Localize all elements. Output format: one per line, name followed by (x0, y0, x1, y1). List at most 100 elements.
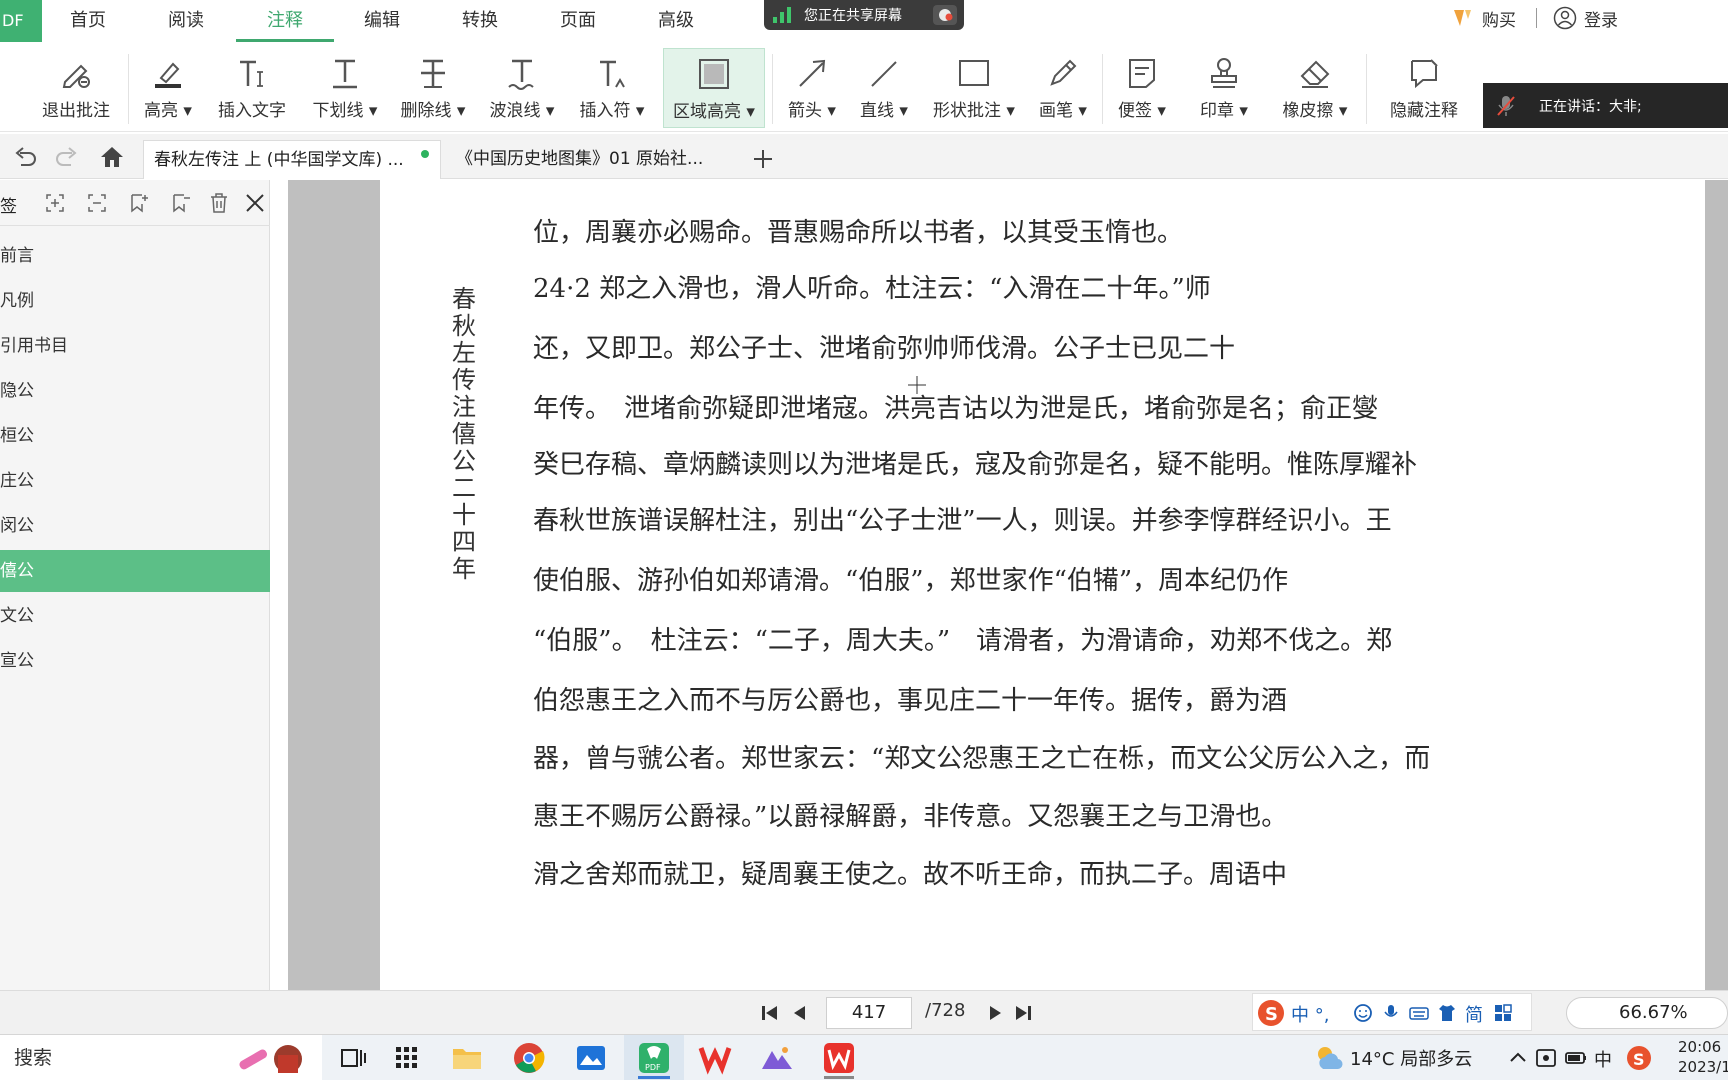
photos-icon[interactable] (574, 1041, 608, 1075)
pen-icon (1050, 59, 1077, 86)
sidebar-item-huangong[interactable]: 桓公 (0, 415, 270, 457)
sidebar-item-xigong[interactable]: 僖公 (0, 550, 270, 592)
share-banner-text: 您正在共享屏幕 (804, 8, 902, 24)
area-highlight-button[interactable]: 区域高亮 ▾ (663, 48, 765, 128)
start-grid-icon[interactable] (390, 1041, 424, 1075)
pdf-page[interactable]: 春秋左传注 僖公 二十四年 位，周襄亦必赐命。晋惠赐命所以书者，以其受玉惰也。 … (380, 180, 1705, 990)
image-viewer-icon[interactable] (760, 1041, 794, 1075)
menu-annotate[interactable]: 注释 (236, 0, 334, 42)
underline-button[interactable]: 下划线 ▾ (308, 48, 382, 128)
caret-button[interactable]: 插入符 ▾ (575, 48, 649, 128)
mic-muted-icon (1497, 96, 1515, 116)
text-line: 使伯服、游孙伯如郑请滑。“伯服”，郑世家作“伯犕”，周本纪仍作 (533, 566, 1289, 596)
file-explorer-icon[interactable] (450, 1041, 484, 1075)
next-page-icon[interactable] (985, 1003, 1005, 1023)
sogou-tray-icon[interactable]: S (1626, 1045, 1652, 1071)
document-viewport[interactable]: 春秋左传注 僖公 二十四年 位，周襄亦必赐命。晋惠赐命所以书者，以其受玉惰也。 … (288, 180, 1728, 990)
shape-annotation-label: 形状批注 ▾ (933, 101, 1015, 121)
menu-advanced[interactable]: 高级 (658, 0, 694, 42)
undo-icon[interactable] (12, 144, 38, 170)
sidebar-item-mingong[interactable]: 闵公 (0, 505, 270, 547)
sticky-note-button[interactable]: 便签 ▾ (1112, 48, 1172, 128)
ime-indicator[interactable]: 中 (1594, 1046, 1612, 1072)
buy-link[interactable]: 购买 (1482, 6, 1516, 31)
line-button[interactable]: 直线 ▾ (855, 48, 913, 128)
skin-icon[interactable] (1437, 1003, 1457, 1023)
eraser-button[interactable]: 橡皮擦 ▾ (1272, 48, 1358, 128)
highlighter-icon (155, 62, 181, 88)
last-page-icon[interactable] (1013, 1003, 1033, 1023)
simplified-mode[interactable]: 简 (1465, 1001, 1483, 1027)
user-icon[interactable] (1553, 6, 1577, 30)
annotation-toolbar: 退出批注 高亮 ▾ 插入文字 下划线 ▾ 删除线 ▾ 波浪线 ▾ 插入符 ▾ 区… (0, 42, 1728, 132)
document-tab-bar: 春秋左传注 上 (中华国学文库) ... 《中国历史地图集》01 原始社... (0, 134, 1728, 179)
zoom-level[interactable]: 66.67% (1566, 997, 1728, 1029)
clock[interactable]: 20:06 2023/10 (1678, 1037, 1728, 1077)
voice-input-icon[interactable] (1381, 1003, 1401, 1023)
wps-writer-icon[interactable] (822, 1041, 856, 1075)
tab-document-2[interactable]: 《中国历史地图集》01 原始社... (446, 140, 736, 179)
expand-all-icon[interactable] (44, 192, 66, 214)
app-badge[interactable]: DF (0, 0, 42, 42)
task-view-icon[interactable] (336, 1041, 370, 1075)
menu-convert[interactable]: 转换 (462, 0, 498, 42)
grid-menu-icon[interactable] (1493, 1003, 1513, 1023)
page-number-input[interactable]: 417 (826, 997, 912, 1029)
menu-page[interactable]: 页面 (560, 0, 596, 42)
prev-page-icon[interactable] (790, 1003, 810, 1023)
remove-bookmark-icon[interactable] (170, 192, 192, 214)
highlight-button[interactable]: 高亮 ▾ (136, 48, 200, 128)
sidebar-item-fanli[interactable]: 凡例 (0, 280, 270, 322)
sidebar-header: 签 (0, 180, 270, 226)
underline-label: 下划线 ▾ (312, 101, 378, 121)
menu-edit[interactable]: 编辑 (364, 0, 400, 42)
keyboard-icon[interactable] (1409, 1003, 1429, 1023)
shape-annotation-button[interactable]: 形状批注 ▾ (928, 48, 1020, 128)
collapse-all-icon[interactable] (86, 192, 108, 214)
strikethrough-button[interactable]: 删除线 ▾ (396, 48, 470, 128)
redo-icon[interactable] (54, 144, 80, 170)
sidebar-item-yingong[interactable]: 隐公 (0, 370, 270, 412)
menu-home[interactable]: 首页 (70, 0, 106, 42)
sidebar-item-qianyan[interactable]: 前言 (0, 235, 270, 277)
sidebar-item-yinyong[interactable]: 引用书目 (0, 325, 270, 367)
home-icon[interactable] (99, 144, 125, 170)
weather-icon (1318, 1047, 1343, 1070)
tab-document-1-title: 春秋左传注 上 (中华国学文库) ... (154, 150, 404, 170)
hide-comments-button[interactable]: 隐藏注释 (1354, 48, 1494, 128)
first-page-icon[interactable] (760, 1003, 780, 1023)
windows-taskbar: 搜索 PDF 14°C 局部多云 中 S 20:06 2023/10 (0, 1034, 1728, 1080)
add-bookmark-icon[interactable] (128, 192, 150, 214)
running-header-vertical: 春秋左传注 僖公 二十四年 (452, 285, 500, 583)
pen-button[interactable]: 画笔 ▾ (1033, 48, 1093, 128)
weather-text[interactable]: 14°C 局部多云 (1350, 1045, 1472, 1071)
sidebar-item-zhuanggong[interactable]: 庄公 (0, 460, 270, 502)
wps-office-icon[interactable] (698, 1041, 732, 1075)
exit-annotation-label: 退出批注 (42, 101, 110, 121)
delete-icon[interactable] (208, 192, 230, 214)
new-tab-icon[interactable] (752, 148, 774, 170)
battery-icon[interactable] (1564, 1048, 1588, 1068)
tab-document-1[interactable]: 春秋左传注 上 (中华国学文库) ... (143, 140, 441, 179)
chrome-icon[interactable] (512, 1041, 546, 1075)
arrow-button[interactable]: 箭头 ▾ (783, 48, 841, 128)
exit-annotation-button[interactable]: 退出批注 (35, 48, 117, 128)
login-link[interactable]: 登录 (1584, 6, 1618, 31)
stop-share-icon[interactable] (932, 4, 958, 26)
tray-settings-icon[interactable] (1534, 1046, 1558, 1070)
insert-text-icon (240, 60, 263, 87)
insert-text-button[interactable]: 插入文字 (212, 48, 292, 128)
sidebar-item-xuangong[interactable]: 宣公 (0, 640, 270, 682)
stamp-button[interactable]: 印章 ▾ (1192, 48, 1256, 128)
text-line: “伯服”。 杜注云：“二子，周大夫。” 请滑者，为滑请命，劝郑不伐之。郑 (533, 626, 1393, 656)
wavy-line-button[interactable]: 波浪线 ▾ (485, 48, 559, 128)
sidebar-item-wengong[interactable]: 文公 (0, 595, 270, 637)
chevron-up-icon[interactable] (1508, 1048, 1528, 1068)
screen-share-banner[interactable]: 您正在共享屏幕 (764, 0, 964, 30)
text-line: 位，周襄亦必赐命。晋惠赐命所以书者，以其受玉惰也。 (533, 218, 1184, 248)
emoji-icon[interactable] (1353, 1003, 1373, 1023)
menu-read[interactable]: 阅读 (168, 0, 204, 42)
ime-toolbar[interactable]: S 中 °, 简 (1252, 993, 1532, 1031)
close-icon[interactable] (244, 192, 266, 214)
wps-pdf-icon[interactable]: PDF (637, 1041, 671, 1075)
